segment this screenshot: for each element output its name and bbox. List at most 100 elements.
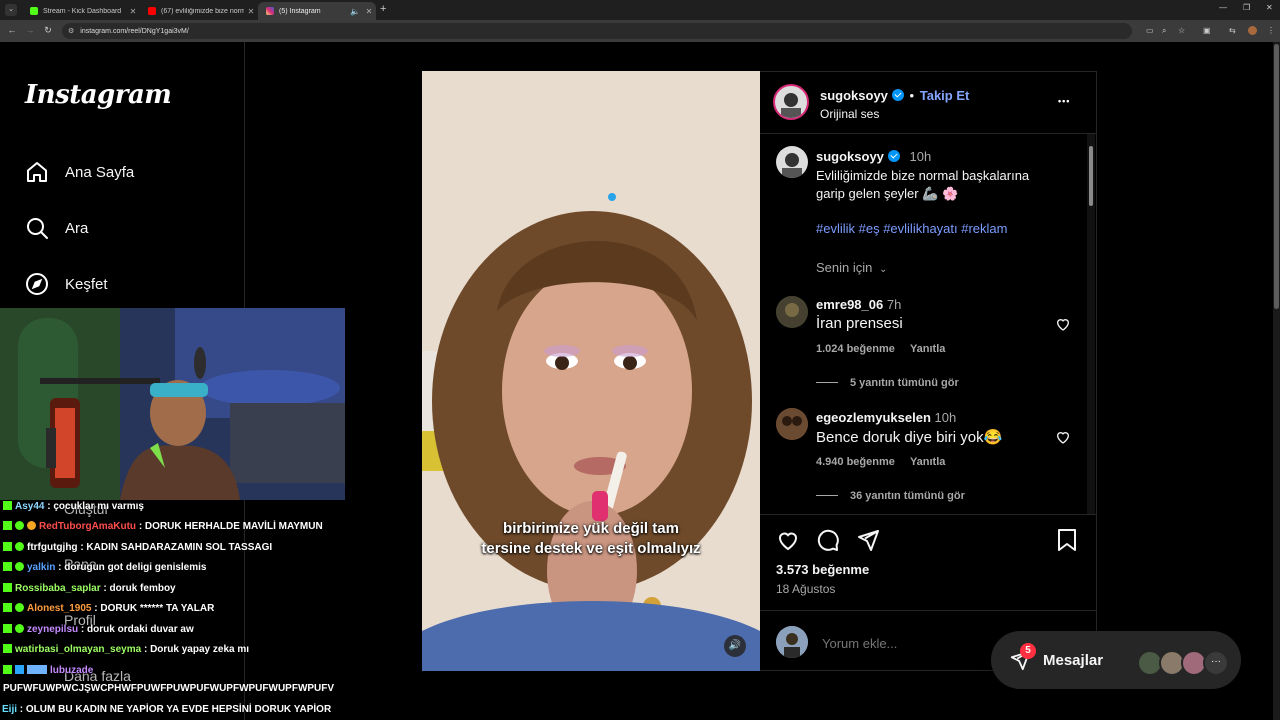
- like-button[interactable]: [776, 528, 800, 557]
- comments-scrollbar-thumb[interactable]: [1089, 146, 1093, 206]
- new-tab-button[interactable]: +: [380, 3, 386, 15]
- header-divider: [760, 133, 1097, 134]
- caption-author-avatar[interactable]: [776, 146, 808, 178]
- search-icon: [27, 218, 48, 239]
- sidebar-item-search[interactable]: Ara: [25, 216, 88, 240]
- zoom-icon[interactable]: ⌕: [1162, 26, 1166, 36]
- close-tab-icon[interactable]: ✕: [362, 7, 376, 16]
- comment-avatar[interactable]: [776, 408, 808, 440]
- maximize-window-icon[interactable]: ❐: [1243, 3, 1250, 12]
- kick-badge-icon: [3, 624, 12, 633]
- mute-tab-icon[interactable]: 🔈: [348, 7, 362, 16]
- tab-instagram[interactable]: (5) Instagram 🔈 ✕: [258, 2, 376, 20]
- comment-username[interactable]: egeozlemyukselen: [816, 410, 931, 425]
- comment-like-icon[interactable]: [1055, 316, 1071, 337]
- subscriber-badge-icon: [15, 603, 24, 612]
- chat-message: RedTuborgAmaKutu : DORUK HERHALDE MAVİLİ…: [3, 521, 323, 532]
- reply-button[interactable]: Yanıtla: [910, 343, 945, 355]
- url-field[interactable]: ⚙ instagram.com/reel/DNgY1gai3vM/: [62, 23, 1132, 39]
- comment-time: 7h: [886, 297, 902, 312]
- verified-badge-icon: [887, 150, 900, 162]
- kick-badge-icon: [3, 521, 12, 530]
- tab-youtube[interactable]: (67) evliliğimizde bize normal ✕: [140, 2, 258, 20]
- share-button[interactable]: [856, 528, 880, 557]
- kick-badge-icon: [3, 501, 12, 510]
- comment-avatar[interactable]: [776, 296, 808, 328]
- author-username[interactable]: sugoksoyy: [820, 88, 888, 103]
- sidebar-item-explore[interactable]: Keşfet: [25, 272, 108, 296]
- send-icon: [858, 530, 879, 551]
- caption-time: 10h: [909, 149, 932, 164]
- sound-icon[interactable]: 🔊: [724, 635, 746, 657]
- browser-menu-icon[interactable]: ⋮: [1267, 26, 1275, 35]
- kick-badge-icon: [3, 644, 12, 653]
- post-likes[interactable]: 3.573 beğenme: [776, 562, 869, 577]
- comment-like-icon[interactable]: [1055, 429, 1071, 450]
- sidebar-item-home[interactable]: Ana Sayfa: [25, 160, 134, 184]
- chat-message: Asy44 : çocuklar mı varmış: [3, 501, 144, 512]
- author-avatar[interactable]: [773, 84, 809, 120]
- more-threads-icon: ···: [1203, 650, 1229, 676]
- header-separator: •: [909, 88, 915, 103]
- profile-avatar[interactable]: [1248, 26, 1257, 35]
- site-info-icon[interactable]: ⚙: [68, 27, 74, 35]
- browser-address-bar: ← → ↻ ⚙ instagram.com/reel/DNgY1gai3vM/ …: [0, 20, 1280, 42]
- chat-message: yalkin : dorugun got deligi genislemis: [3, 562, 206, 573]
- more-options-icon[interactable]: •••: [1058, 96, 1070, 106]
- view-replies-link[interactable]: 5 yanıtın tümünü gör: [816, 377, 959, 389]
- caption-hashtags[interactable]: #evlilik #eş #evlilikhayatı #reklam: [816, 221, 1007, 236]
- verified-badge-icon: [15, 665, 24, 674]
- webcam-scene: [0, 308, 345, 500]
- page-scrollbar[interactable]: [1273, 42, 1280, 720]
- minimize-window-icon[interactable]: —: [1219, 3, 1227, 12]
- follow-button[interactable]: Takip Et: [920, 88, 970, 103]
- bookmark-icon: [1058, 529, 1076, 551]
- subscriber-badge-icon: [15, 521, 24, 530]
- extensions-icon[interactable]: ▣: [1203, 26, 1211, 35]
- reload-icon[interactable]: ↻: [42, 25, 54, 36]
- close-window-icon[interactable]: ✕: [1266, 3, 1273, 12]
- video-caption-line: birbirimize yük değil tam: [503, 520, 679, 537]
- subscriber-badge-icon: [15, 542, 24, 551]
- comment-time: 10h: [934, 410, 957, 425]
- save-button[interactable]: [1056, 528, 1078, 557]
- post-header: sugoksoyy • Takip Et: [820, 88, 969, 103]
- audio-label[interactable]: Orijinal ses: [820, 107, 879, 121]
- close-tab-icon[interactable]: ✕: [244, 7, 258, 16]
- view-replies-link[interactable]: 36 yanıtın tümünü gör: [816, 490, 965, 502]
- bookmark-star-icon[interactable]: ☆: [1178, 26, 1185, 35]
- messages-button[interactable]: 5 Mesajlar ···: [991, 631, 1241, 689]
- comments-scrollbar[interactable]: [1087, 134, 1095, 514]
- tab-kick-dashboard[interactable]: Stream - Kick Dashboard ✕: [22, 2, 140, 20]
- streamer-webcam: [0, 308, 345, 500]
- cursor-icon: [608, 193, 616, 201]
- chat-message: Eiji : OLUM BU KADIN NE YAPİOR YA EVDE H…: [2, 704, 332, 715]
- kick-badge-icon: [3, 562, 12, 571]
- comment-button[interactable]: [816, 528, 840, 557]
- messages-badge: 5: [1020, 643, 1036, 659]
- comment-divider: [760, 610, 1097, 611]
- for-you-dropdown[interactable]: Senin için ⌄: [816, 260, 887, 275]
- comment-header: emre98_06 7h: [816, 297, 901, 312]
- youtube-favicon-icon: [148, 7, 156, 15]
- comment-likes[interactable]: 4.940 beğenme: [816, 456, 895, 468]
- instagram-logo[interactable]: Instagram: [25, 80, 172, 110]
- chat-message: Alonest_1905 : DORUK ****** TA YALAR: [3, 603, 214, 614]
- cast-icon[interactable]: ▭: [1146, 26, 1154, 35]
- translate-icon[interactable]: ⇆: [1229, 26, 1236, 35]
- emote-badge-icon: [27, 665, 47, 674]
- tab-search-icon[interactable]: ⌄: [5, 4, 17, 16]
- reply-button[interactable]: Yanıtla: [910, 456, 945, 468]
- comment-likes[interactable]: 1.024 beğenme: [816, 343, 895, 355]
- post-detail-panel: sugoksoyy • Takip Et Orijinal ses ••• su…: [760, 71, 1097, 671]
- close-tab-icon[interactable]: ✕: [126, 7, 140, 16]
- post-date: 18 Ağustos: [776, 582, 836, 596]
- compass-icon: [26, 273, 48, 295]
- caption-username[interactable]: sugoksoyy: [816, 149, 884, 164]
- back-icon[interactable]: ←: [6, 25, 18, 35]
- verified-badge-icon: [891, 89, 904, 101]
- page-scrollbar-thumb[interactable]: [1274, 44, 1279, 309]
- comment-username[interactable]: emre98_06: [816, 297, 883, 312]
- reel-video[interactable]: birbirimize yük değil tam tersine destek…: [422, 71, 760, 671]
- forward-icon[interactable]: →: [24, 25, 36, 35]
